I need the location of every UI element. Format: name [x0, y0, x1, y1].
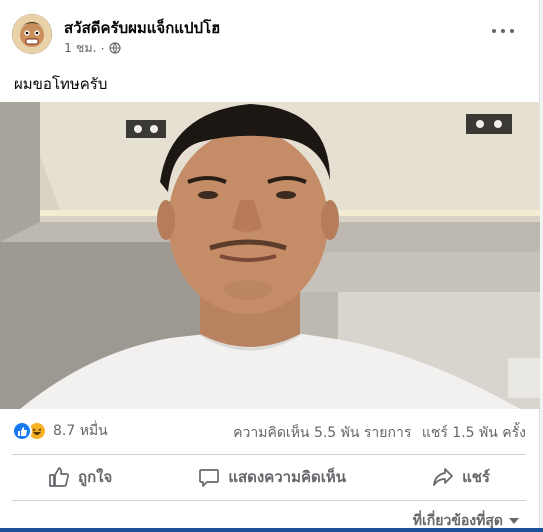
comment-count[interactable]: ความคิดเห็น 5.5 พัน รายการ	[233, 425, 411, 441]
reaction-count[interactable]: 8.7 หมื่น	[53, 420, 108, 442]
action-bar: ถูกใจ แสดงความคิดเห็น แชร์	[12, 456, 526, 498]
thumbs-up-icon	[49, 467, 69, 487]
caret-down-icon	[509, 518, 519, 524]
share-label: แชร์	[462, 468, 490, 486]
share-arrow-icon	[433, 468, 453, 486]
avatar[interactable]	[12, 14, 52, 54]
divider	[12, 500, 526, 501]
reactions-summary[interactable]: 8.7 หมื่น	[12, 420, 108, 442]
video-frame	[0, 102, 540, 409]
dot-icon	[510, 29, 514, 33]
dot-icon	[501, 29, 505, 33]
share-count[interactable]: แชร์ 1.5 พัน ครั้ง	[422, 425, 526, 441]
like-button[interactable]: ถูกใจ	[12, 458, 148, 496]
video-player[interactable]	[0, 102, 540, 409]
post-caption: ผมขอโทษครับ	[14, 75, 108, 93]
dot-icon	[492, 29, 496, 33]
more-options-button[interactable]	[492, 24, 514, 38]
author-name[interactable]: สวัสดีครับผมแจ็กแปปโฮ	[64, 16, 220, 40]
post-header: สวัสดีครับผมแจ็กแปปโฮ 1 ชม. ·	[12, 14, 532, 60]
like-icon	[12, 421, 32, 441]
comment-button[interactable]: แสดงความคิดเห็น	[162, 458, 382, 496]
comment-label: แสดงความคิดเห็น	[228, 468, 347, 486]
post-card: สวัสดีครับผมแจ็กแปปโฮ 1 ชม. · ผมขอโทษครั…	[0, 0, 540, 532]
comment-bubble-icon	[199, 469, 220, 487]
post-stats: 8.7 หมื่น ความคิดเห็น 5.5 พัน รายการ แชร…	[12, 420, 526, 446]
window-edge	[0, 528, 543, 532]
share-button[interactable]: แชร์	[396, 458, 526, 496]
meta-separator: ·	[100, 40, 105, 56]
post-time[interactable]: 1 ชม.	[64, 38, 97, 58]
globe-icon	[109, 42, 121, 54]
engagement-counts: ความคิดเห็น 5.5 พัน รายการ แชร์ 1.5 พัน …	[227, 422, 526, 444]
divider	[12, 454, 526, 455]
post-meta: 1 ชม. ·	[64, 38, 121, 58]
like-label: ถูกใจ	[78, 468, 113, 486]
